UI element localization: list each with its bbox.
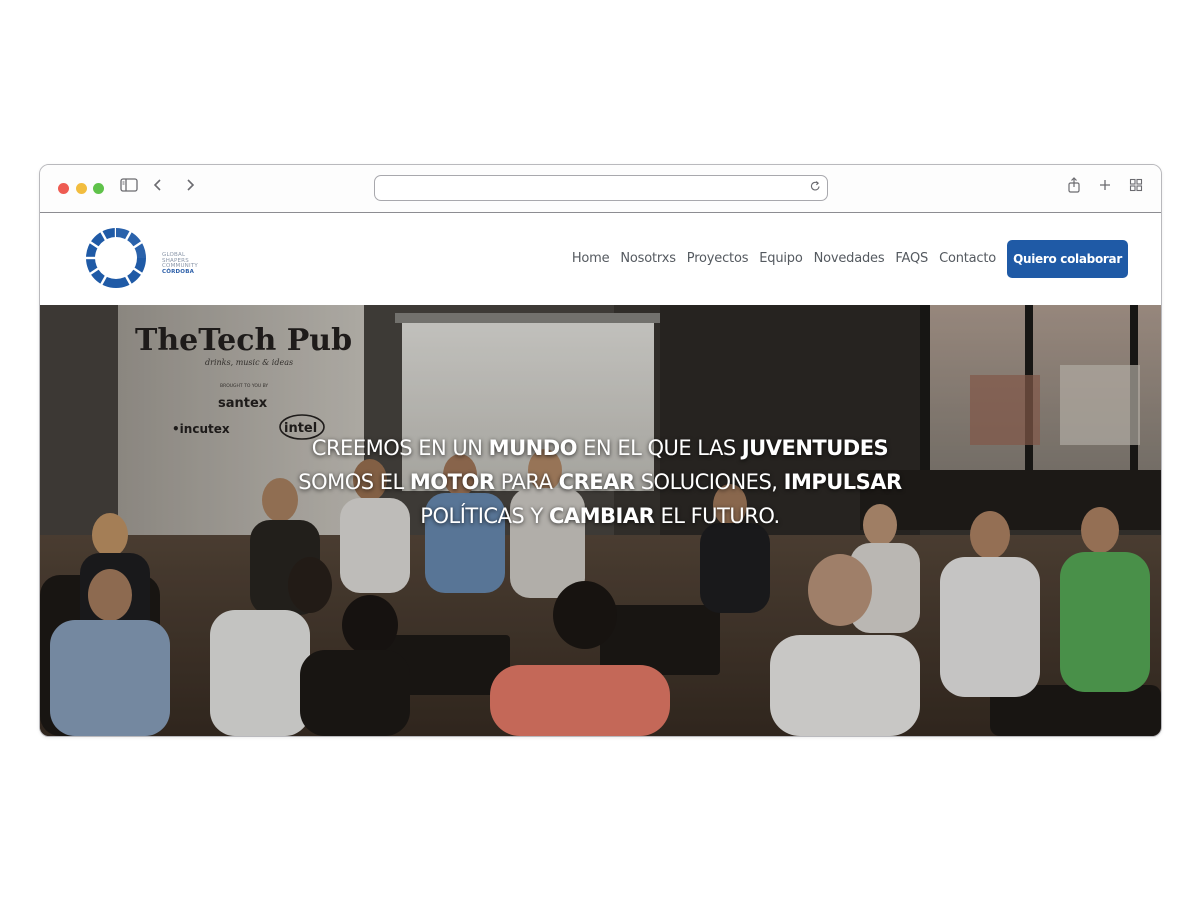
site-header: GLOBAL SHAPERS COMMUNITY CÓRDOBA Home No… — [40, 214, 1161, 305]
forward-icon[interactable] — [184, 177, 196, 199]
nav-novedades[interactable]: Novedades — [814, 250, 885, 268]
sidebar-icon[interactable] — [120, 177, 138, 199]
back-icon[interactable] — [152, 177, 164, 199]
global-shapers-logo[interactable]: GLOBAL SHAPERS COMMUNITY CÓRDOBA — [82, 224, 198, 294]
headline-emphasis: CREAR — [558, 470, 635, 494]
close-window-button[interactable] — [58, 183, 69, 194]
headline-emphasis: MUNDO — [488, 436, 578, 460]
hero-banner: TheTech Pub drinks, music & ideas BROUGH… — [40, 305, 1161, 736]
logo-wordmark: GLOBAL SHAPERS COMMUNITY CÓRDOBA — [162, 252, 198, 275]
headline-emphasis: CAMBIAR — [548, 504, 655, 528]
headline-text: SOMOS EL — [298, 470, 410, 494]
share-icon[interactable] — [1067, 177, 1081, 200]
headline-text: EN EL QUE LAS — [576, 436, 742, 460]
nav-equipo[interactable]: Equipo — [759, 250, 803, 268]
zoom-window-button[interactable] — [93, 183, 104, 194]
nav-contacto[interactable]: Contacto — [939, 250, 996, 268]
minimize-window-button[interactable] — [76, 183, 87, 194]
headline-emphasis: IMPULSAR — [783, 470, 903, 494]
main-menu: Home Nosotrxs Proyectos Equipo Novedades… — [572, 250, 996, 268]
headline-text: EL FUTURO. — [654, 504, 780, 528]
new-tab-icon[interactable] — [1098, 177, 1112, 199]
nav-faqs[interactable]: FAQS — [895, 250, 928, 268]
tabs-overview-icon[interactable] — [1129, 177, 1143, 199]
address-bar[interactable] — [374, 175, 828, 201]
nav-nosotrxs[interactable]: Nosotrxs — [620, 250, 676, 268]
headline-emphasis: JUVENTUDES — [741, 436, 889, 460]
headline-text: SOLUCIONES, — [634, 470, 784, 494]
headline-emphasis: MOTOR — [409, 470, 495, 494]
quiero-colaborar-button[interactable]: Quiero colaborar — [1007, 240, 1128, 278]
nav-home[interactable]: Home — [572, 250, 610, 268]
browser-toolbar — [40, 165, 1161, 213]
headline-text: CREEMOS — [311, 436, 419, 460]
nav-proyectos[interactable]: Proyectos — [687, 250, 749, 268]
browser-window: GLOBAL SHAPERS COMMUNITY CÓRDOBA Home No… — [39, 164, 1162, 737]
headline-text: EN UN — [418, 436, 489, 460]
reload-icon[interactable] — [810, 179, 821, 197]
hero-headline: CREEMOS EN UN MUNDO EN EL QUE LAS JUVENT… — [280, 431, 920, 533]
headline-text: POLÍTICAS Y — [420, 504, 549, 528]
headline-text: PARA — [494, 470, 559, 494]
